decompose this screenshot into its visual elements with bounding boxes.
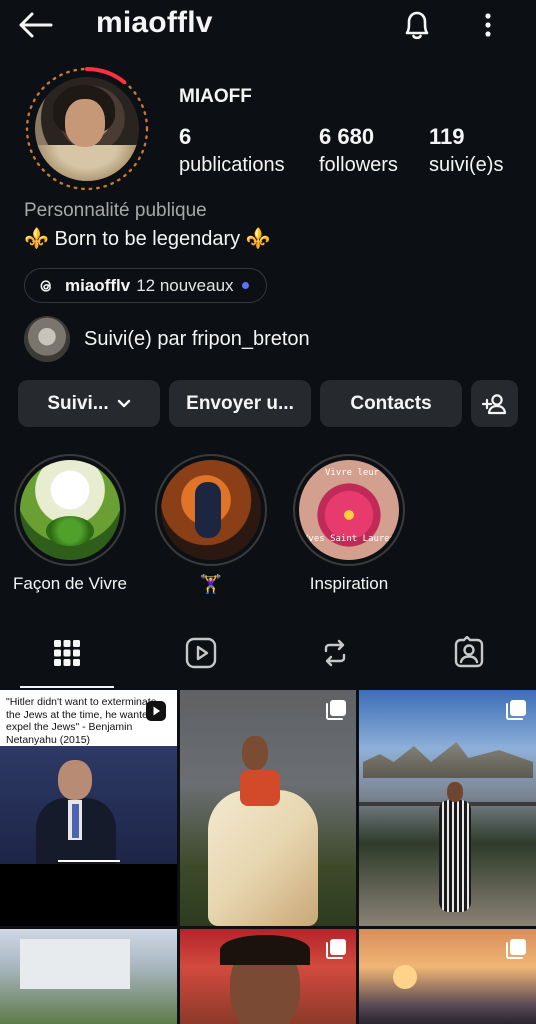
highlight-label: Inspiration — [309, 574, 389, 593]
reels-icon — [185, 637, 217, 669]
add-user-icon — [481, 393, 506, 414]
post-tile[interactable] — [180, 929, 356, 1024]
post-tile[interactable]: "Hitler didn't want to exterminate the J… — [0, 690, 177, 926]
following-count: 119 — [429, 124, 465, 149]
message-button[interactable]: Envoyer u... — [169, 380, 311, 427]
highlight-cover — [161, 460, 261, 560]
highlight-inspiration[interactable]: Vivre leur style nature profonde Yves Sa… — [293, 454, 405, 594]
reel-icon — [146, 701, 166, 721]
profile-tabs — [0, 620, 536, 688]
highlight-ring — [155, 454, 267, 566]
stat-followers[interactable]: 6 680 followers — [319, 124, 398, 177]
posts-count: 6 — [179, 124, 192, 149]
following-button[interactable]: Suivi... — [18, 380, 160, 427]
profile-bio: ⚜️ Born to be legendary ⚜️ — [24, 228, 271, 250]
followed-by[interactable]: Suivi(e) par fripon_breton — [24, 316, 310, 362]
carousel-icon — [506, 700, 526, 720]
post-tile[interactable] — [359, 690, 536, 926]
contacts-button[interactable]: Contacts — [320, 380, 462, 427]
highlight-ring — [14, 454, 126, 566]
following-button-label: Suivi... — [47, 392, 109, 414]
post-tile[interactable] — [0, 929, 177, 1024]
highlight-facon-de-vivre[interactable]: Façon de Vivre — [13, 454, 127, 594]
tab-reels[interactable] — [134, 620, 268, 686]
stat-following[interactable]: 119 suivi(e)s — [429, 124, 503, 177]
highlight-cover: Vivre leur style nature profonde Yves Sa… — [299, 460, 399, 560]
active-tab-indicator — [20, 686, 114, 688]
highlight-workout[interactable]: 🏋️‍♀️ — [155, 454, 267, 595]
tagged-icon — [454, 636, 484, 668]
profile-category: Personnalité publique — [24, 200, 207, 221]
highlight-overlay-text: Yves Saint Laurent — [303, 534, 399, 544]
back-arrow-icon[interactable] — [16, 8, 56, 42]
stat-posts[interactable]: 6 publications — [179, 124, 285, 177]
tab-reposts[interactable] — [268, 620, 402, 686]
followers-count: 6 680 — [319, 124, 375, 149]
highlight-cover — [20, 460, 120, 560]
avatar — [35, 77, 139, 181]
tab-tagged[interactable] — [402, 620, 536, 686]
carousel-icon — [506, 939, 526, 959]
highlight-ring: Vivre leur style nature profonde Yves Sa… — [293, 454, 405, 566]
notification-bell-icon[interactable] — [398, 6, 436, 44]
unread-dot — [241, 282, 249, 289]
page-title: miaofflv — [96, 6, 213, 39]
threads-new-count: 12 nouveaux — [136, 275, 234, 295]
threads-badge[interactable]: miaofflv 12 nouveaux — [24, 268, 267, 303]
mutual-follower-avatar — [24, 316, 70, 362]
more-options-icon[interactable] — [474, 8, 502, 42]
followers-label: followers — [319, 154, 398, 176]
contacts-button-label: Contacts — [350, 392, 432, 414]
post-tile[interactable] — [180, 690, 356, 926]
tab-grid[interactable] — [0, 620, 134, 686]
carousel-icon — [326, 939, 346, 959]
profile-page: miaofflv MIAOFF 6 publications 6 680 fol… — [0, 0, 536, 1024]
threads-username: miaofflv — [65, 275, 131, 295]
message-button-label: Envoyer u... — [186, 392, 294, 414]
following-label: suivi(e)s — [429, 154, 504, 176]
grid-icon — [54, 640, 80, 666]
add-user-button[interactable] — [471, 380, 518, 427]
post-tile[interactable] — [359, 929, 536, 1024]
followed-by-text: Suivi(e) par fripon_breton — [84, 327, 310, 350]
highlight-overlay-text: Vivre leur style nature profonde — [325, 468, 399, 478]
top-bar: miaofflv — [0, 0, 536, 50]
repost-icon — [324, 639, 346, 667]
highlight-label: 🏋️‍♀️ — [199, 574, 223, 594]
threads-icon — [40, 279, 51, 292]
posts-label: publications — [179, 154, 285, 176]
carousel-icon — [326, 700, 346, 720]
chevron-down-icon — [117, 399, 130, 407]
posts-grid: "Hitler didn't want to exterminate the J… — [0, 690, 536, 1024]
profile-avatar[interactable] — [24, 66, 150, 192]
display-name: MIAOFF — [179, 86, 252, 107]
highlight-label: Façon de Vivre — [12, 574, 128, 593]
